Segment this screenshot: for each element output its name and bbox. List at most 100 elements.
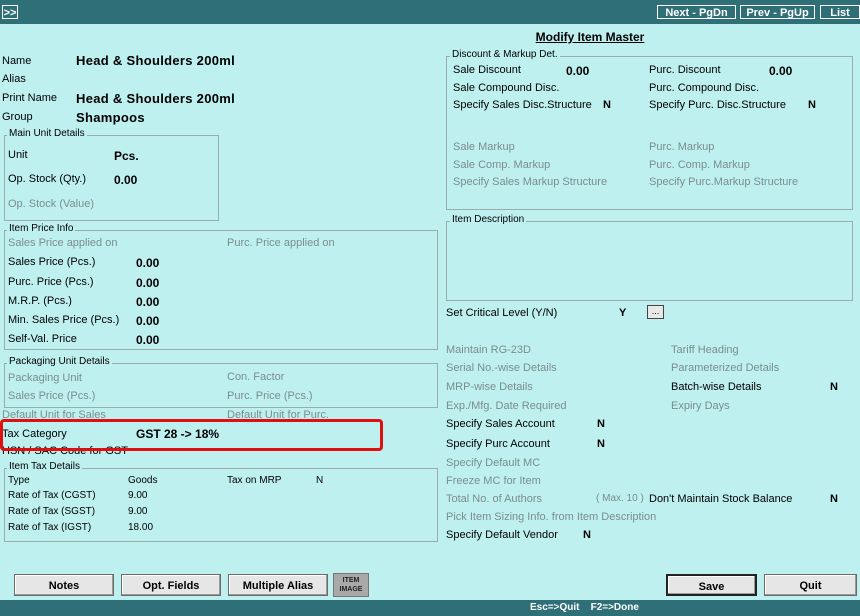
purc-comp-markup-label: Purc. Comp. Markup bbox=[649, 159, 750, 171]
purc-price-field[interactable]: 0.00 bbox=[136, 276, 159, 290]
tariff-heading-label: Tariff Heading bbox=[671, 344, 739, 356]
rg23d-label: Maintain RG-23D bbox=[446, 344, 531, 356]
sale-discount-label: Sale Discount bbox=[453, 64, 521, 76]
default-mc-label: Specify Default MC bbox=[446, 457, 541, 469]
item-image-line2: IMAGE bbox=[339, 586, 363, 593]
cgst-label: Rate of Tax (CGST) bbox=[8, 490, 96, 501]
next-button[interactable]: Next - PgDn bbox=[657, 5, 736, 19]
cgst-field[interactable]: 9.00 bbox=[128, 490, 147, 501]
igst-field[interactable]: 18.00 bbox=[128, 522, 153, 533]
multiple-alias-button[interactable]: Multiple Alias bbox=[228, 574, 328, 596]
purc-markup-label: Purc. Markup bbox=[649, 141, 715, 153]
purc-applied-label: Purc. Price applied on bbox=[227, 237, 335, 249]
item-image-button[interactable]: ITEM IMAGE bbox=[333, 573, 369, 597]
opt-fields-button[interactable]: Opt. Fields bbox=[121, 574, 221, 596]
notes-button[interactable]: Notes bbox=[14, 574, 114, 596]
page-title: Modify Item Master bbox=[535, 30, 645, 44]
sales-account-label: Specify Sales Account bbox=[446, 418, 555, 430]
name-field[interactable]: Head & Shoulders 200ml bbox=[76, 53, 235, 68]
group-field[interactable]: Shampoos bbox=[76, 110, 145, 125]
sales-account-field[interactable]: N bbox=[597, 418, 605, 430]
unit-label: Unit bbox=[8, 149, 28, 161]
default-vendor-field[interactable]: N bbox=[583, 529, 591, 541]
pick-sizing-label: Pick Item Sizing Info. from Item Descrip… bbox=[446, 511, 657, 523]
purc-disc-structure-field[interactable]: N bbox=[808, 99, 816, 111]
tax-on-mrp-field[interactable]: N bbox=[316, 475, 323, 486]
critical-level-label: Set Critical Level (Y/N) bbox=[446, 307, 558, 319]
item-tax-legend: Item Tax Details bbox=[7, 461, 82, 472]
freeze-mc-label: Freeze MC for Item bbox=[446, 475, 541, 487]
top-toolbar: >> Next - PgDn Prev - PgUp List bbox=[0, 0, 860, 24]
self-val-price-label: Self-Val. Price bbox=[8, 333, 77, 345]
type-field[interactable]: Goods bbox=[128, 475, 157, 486]
item-description-legend: Item Description bbox=[450, 214, 527, 225]
dont-maintain-stock-label: Don't Maintain Stock Balance bbox=[649, 493, 793, 505]
igst-label: Rate of Tax (IGST) bbox=[8, 522, 92, 533]
sale-disc-structure-label: Specify Sales Disc.Structure bbox=[453, 99, 592, 111]
list-button[interactable]: List bbox=[820, 5, 860, 19]
serial-no-label: Serial No.-wise Details bbox=[446, 362, 557, 374]
batch-wise-field[interactable]: N bbox=[830, 381, 838, 393]
pack-purc-price-label: Purc. Price (Pcs.) bbox=[227, 390, 313, 402]
expand-button[interactable]: >> bbox=[2, 5, 18, 19]
expiry-days-label: Expiry Days bbox=[671, 400, 730, 412]
mrp-field[interactable]: 0.00 bbox=[136, 295, 159, 309]
packaging-legend: Packaging Unit Details bbox=[7, 356, 112, 367]
print-name-label: Print Name bbox=[2, 92, 58, 104]
default-vendor-label: Specify Default Vendor bbox=[446, 529, 558, 541]
price-info-legend: Item Price Info bbox=[7, 223, 76, 234]
discount-legend: Discount & Markup Det. bbox=[450, 49, 560, 60]
prev-button[interactable]: Prev - PgUp bbox=[740, 5, 815, 19]
critical-level-field[interactable]: Y bbox=[619, 307, 626, 319]
alias-label: Alias bbox=[2, 73, 26, 85]
mrp-wise-label: MRP-wise Details bbox=[446, 381, 533, 393]
sale-markup-structure-label: Specify Sales Markup Structure bbox=[453, 176, 608, 188]
con-factor-label: Con. Factor bbox=[227, 371, 285, 383]
purc-account-field[interactable]: N bbox=[597, 438, 605, 450]
default-unit-purc-label: Default Unit for Purc. bbox=[227, 409, 330, 418]
print-name-field[interactable]: Head & Shoulders 200ml bbox=[76, 91, 235, 106]
item-description-box[interactable] bbox=[446, 221, 853, 301]
sale-comp-markup-label: Sale Comp. Markup bbox=[453, 159, 551, 171]
op-stock-qty-field[interactable]: 0.00 bbox=[114, 173, 137, 187]
sale-disc-structure-field[interactable]: N bbox=[603, 99, 611, 111]
purc-disc-structure-label: Specify Purc. Disc.Structure bbox=[649, 99, 786, 111]
sale-compound-label[interactable]: Sale Compound Disc. bbox=[453, 82, 559, 94]
purc-account-label: Specify Purc Account bbox=[446, 438, 550, 450]
status-bar: Esc=>Quit F2=>Done bbox=[0, 600, 860, 616]
parameterized-label: Parameterized Details bbox=[671, 362, 780, 374]
self-val-price-field[interactable]: 0.00 bbox=[136, 333, 159, 347]
sales-price-label: Sales Price (Pcs.) bbox=[8, 256, 96, 268]
critical-level-ellipsis-button[interactable]: ... bbox=[647, 305, 664, 319]
highlight-annotation bbox=[0, 419, 383, 451]
sale-markup-label: Sale Markup bbox=[453, 141, 515, 153]
status-hint: Esc=>Quit F2=>Done bbox=[530, 602, 639, 613]
sgst-label: Rate of Tax (SGST) bbox=[8, 506, 96, 517]
sgst-field[interactable]: 9.00 bbox=[128, 506, 147, 517]
min-sales-price-label: Min. Sales Price (Pcs.) bbox=[8, 314, 120, 326]
sale-discount-field[interactable]: 0.00 bbox=[566, 64, 589, 78]
item-master-window: >> Next - PgDn Prev - PgUp List Modify I… bbox=[0, 0, 860, 616]
max-authors-hint: ( Max. 10 ) bbox=[596, 493, 644, 504]
dont-maintain-stock-field[interactable]: N bbox=[830, 493, 838, 505]
quit-button[interactable]: Quit bbox=[764, 574, 857, 596]
item-image-line1: ITEM bbox=[342, 577, 360, 584]
type-label: Type bbox=[8, 475, 30, 486]
mrp-label: M.R.P. (Pcs.) bbox=[8, 295, 72, 307]
main-unit-legend: Main Unit Details bbox=[7, 128, 87, 139]
default-unit-sales-label: Default Unit for Sales bbox=[2, 409, 106, 418]
save-button[interactable]: Save bbox=[666, 574, 757, 596]
purc-markup-structure-label: Specify Purc.Markup Structure bbox=[649, 176, 799, 188]
sales-price-field[interactable]: 0.00 bbox=[136, 256, 159, 270]
authors-label: Total No. of Authors bbox=[446, 493, 542, 505]
group-label: Group bbox=[2, 111, 33, 123]
purc-discount-label: Purc. Discount bbox=[649, 64, 721, 76]
packaging-unit-label: Packaging Unit bbox=[8, 372, 82, 384]
op-stock-qty-label: Op. Stock (Qty.) bbox=[8, 173, 87, 185]
sales-applied-label: Sales Price applied on bbox=[8, 237, 118, 249]
exp-mfg-label: Exp./Mfg. Date Required bbox=[446, 400, 567, 412]
unit-field[interactable]: Pcs. bbox=[114, 149, 139, 163]
purc-discount-field[interactable]: 0.00 bbox=[769, 64, 792, 78]
purc-compound-label[interactable]: Purc. Compound Disc. bbox=[649, 82, 759, 94]
min-sales-price-field[interactable]: 0.00 bbox=[136, 314, 159, 328]
